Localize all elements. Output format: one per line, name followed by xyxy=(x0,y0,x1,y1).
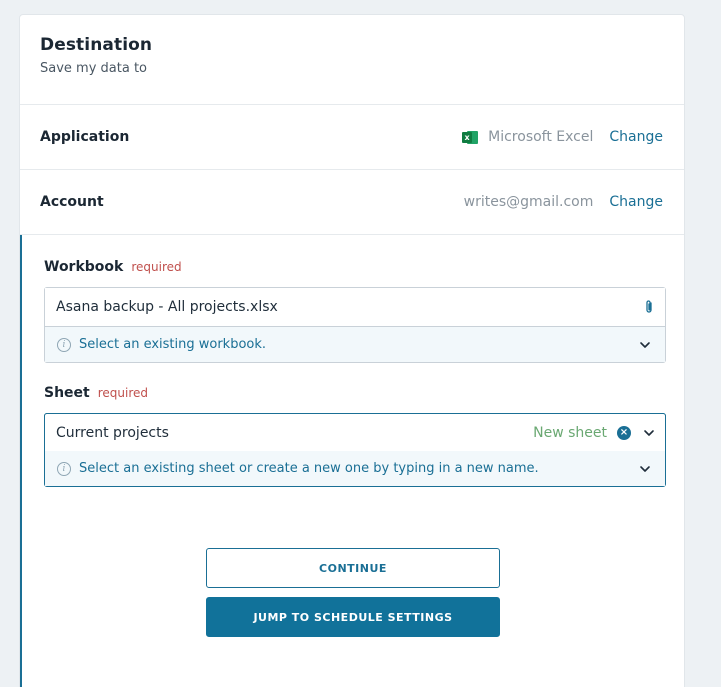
jump-to-schedule-button[interactable]: JUMP TO SCHEDULE SETTINGS xyxy=(206,597,500,637)
account-row: Account writes@gmail.com Change xyxy=(20,170,684,235)
workbook-hint-text: Select an existing workbook. xyxy=(79,337,267,352)
sheet-label: Sheet required xyxy=(44,385,663,401)
workbook-input[interactable]: Asana backup - All projects.xlsx xyxy=(45,288,665,327)
sheet-hint-text: Select an existing sheet or create a new… xyxy=(79,461,539,476)
workbook-label-text: Workbook xyxy=(44,259,124,275)
continue-button[interactable]: CONTINUE xyxy=(206,548,500,588)
info-icon: i xyxy=(57,461,71,476)
workbook-field: Asana backup - All projects.xlsx i Selec… xyxy=(44,287,666,363)
page-subtitle: Save my data to xyxy=(40,61,147,76)
destination-header: Destination Save my data to xyxy=(20,15,684,105)
chevron-down-icon[interactable] xyxy=(639,463,651,475)
change-application-link[interactable]: Change xyxy=(609,129,663,145)
destination-panel: Destination Save my data to Application … xyxy=(19,14,685,687)
page-title: Destination xyxy=(40,35,153,55)
sheet-input[interactable]: Current projects New sheet × xyxy=(44,413,666,452)
action-buttons: CONTINUE JUMP TO SCHEDULE SETTINGS xyxy=(206,548,500,637)
application-label: Application xyxy=(40,129,130,145)
sheet-field: Current projects New sheet × i Select an… xyxy=(44,413,666,487)
account-label: Account xyxy=(40,194,104,210)
workbook-required-tag: required xyxy=(131,260,182,274)
info-icon: i xyxy=(57,337,71,352)
chevron-down-icon[interactable] xyxy=(639,339,651,351)
application-name: Microsoft Excel xyxy=(488,129,594,145)
sheet-label-text: Sheet xyxy=(44,385,90,401)
chevron-down-icon[interactable] xyxy=(643,427,655,439)
account-email: writes@gmail.com xyxy=(463,194,594,210)
destination-form: Workbook required Asana backup - All pro… xyxy=(20,235,684,687)
change-account-link[interactable]: Change xyxy=(609,194,663,210)
application-row: Application x Microsoft Excel Change xyxy=(20,105,684,170)
sheet-required-tag: required xyxy=(97,386,149,400)
workbook-input-value: Asana backup - All projects.xlsx xyxy=(56,299,278,315)
application-value: x Microsoft Excel xyxy=(462,129,593,145)
paperclip-icon[interactable] xyxy=(643,299,655,315)
excel-icon: x xyxy=(462,130,479,145)
sheet-input-value: Current projects xyxy=(56,424,169,441)
sheet-hint[interactable]: i Select an existing sheet or create a n… xyxy=(45,451,665,486)
workbook-hint[interactable]: i Select an existing workbook. xyxy=(45,327,665,362)
clear-icon[interactable]: × xyxy=(617,425,631,440)
workbook-label: Workbook required xyxy=(44,259,663,275)
new-sheet-badge: New sheet xyxy=(533,424,607,441)
